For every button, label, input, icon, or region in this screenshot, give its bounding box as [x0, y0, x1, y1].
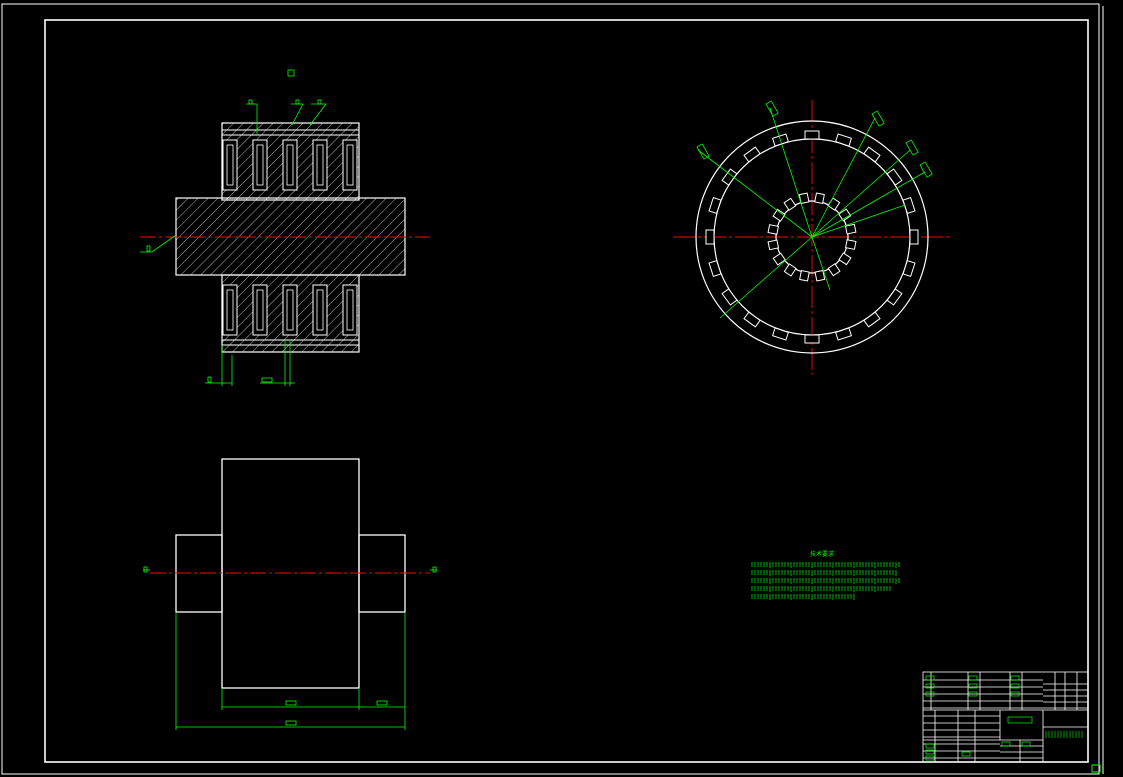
outer-slot [708, 259, 722, 278]
outer-slot [834, 133, 853, 147]
outer-slot [705, 229, 715, 245]
end-view [673, 100, 950, 375]
outer-slot [721, 288, 738, 306]
outer-slot [743, 311, 761, 328]
slot-lower [342, 284, 358, 336]
slot-upper [282, 139, 298, 191]
slot-lower [282, 284, 298, 336]
inner-tooth [814, 269, 826, 282]
technical-requirements [751, 562, 900, 600]
shaft-section [175, 197, 406, 276]
slot-upper [222, 139, 238, 191]
outer-slot [902, 259, 916, 278]
front-section-view [140, 69, 430, 386]
inner-tooth [783, 197, 797, 211]
outer-slot [834, 327, 853, 341]
drawing-frame [1, 3, 1104, 775]
cad-drawing-canvas [1, 3, 1104, 775]
inner-tooth [767, 239, 780, 251]
slot-lower [222, 284, 238, 336]
inner-tooth [827, 263, 841, 277]
outer-slot [863, 146, 881, 163]
title-block [922, 671, 1089, 763]
slot-lower [252, 284, 268, 336]
outer-slot [743, 146, 761, 163]
top-view [143, 458, 437, 730]
outer-slot [886, 168, 903, 186]
outer-slot [721, 168, 738, 186]
tech-requirements-title: 技术要求 [810, 551, 835, 558]
inner-tooth [838, 252, 852, 266]
top-view-outline [175, 458, 406, 689]
outer-slot [863, 311, 881, 328]
top-view-dimensions [143, 566, 437, 730]
outer-slot [804, 130, 820, 140]
slot-upper [342, 139, 358, 191]
outer-slot [708, 196, 722, 215]
inner-tooth [772, 252, 786, 266]
outer-slot [771, 327, 790, 341]
inner-tooth [767, 224, 779, 235]
slot-upper [252, 139, 268, 191]
inner-tooth [799, 270, 810, 282]
inner-tooth [844, 223, 857, 235]
slot-upper [312, 139, 328, 191]
outer-slot [886, 288, 903, 306]
outer-slot [909, 229, 919, 245]
outer-slot [804, 334, 820, 344]
inner-tooth [783, 263, 797, 277]
inner-tooth [838, 208, 852, 222]
slot-lower [312, 284, 328, 336]
inner-tooth [845, 239, 857, 250]
inner-tooth [814, 192, 825, 204]
